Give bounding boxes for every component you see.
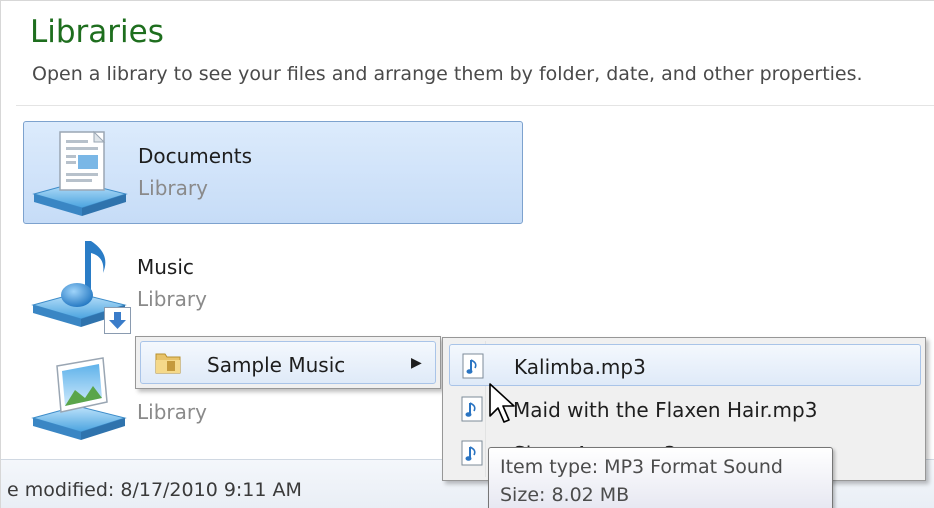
menu-item-sample-music[interactable]: Sample Music ▶: [140, 341, 436, 384]
submenu-arrow-icon: ▶: [411, 355, 422, 371]
page-title: Libraries: [30, 14, 164, 50]
submenu-item-label: Maid with the Flaxen Hair.mp3: [513, 398, 818, 422]
library-item-music[interactable]: Music Library: [23, 233, 523, 336]
audio-file-icon: [461, 440, 483, 466]
library-type: Library: [138, 176, 208, 200]
folder-icon: [155, 353, 181, 374]
library-item-documents[interactable]: Documents Library: [23, 121, 523, 224]
audio-file-icon: [461, 396, 483, 422]
audio-file-icon: [462, 353, 484, 379]
submenu-item-maid-with-the-flaxen-hair[interactable]: Maid with the Flaxen Hair.mp3: [449, 388, 921, 430]
header-divider: [16, 105, 934, 106]
library-name: Music: [137, 255, 194, 279]
library-type: Library: [137, 400, 207, 424]
submenu-item-kalimba[interactable]: Kalimba.mp3: [449, 344, 921, 386]
tooltip-item-type: Item type: MP3 Format Sound: [500, 456, 783, 478]
tooltip-size: Size: 8.02 MB: [500, 484, 630, 506]
date-modified-text: e modified: 8/17/2010 9:11 AM: [7, 479, 302, 501]
mouse-cursor-icon: [489, 383, 515, 423]
menu-item-label: Sample Music: [207, 353, 346, 377]
libraries-window: Libraries Open a library to see your fil…: [0, 0, 934, 508]
library-type: Library: [137, 287, 207, 311]
file-info-tooltip: Item type: MP3 Format Sound Size: 8.02 M…: [488, 447, 833, 508]
documents-library-icon: [32, 130, 128, 216]
submenu-item-label: Kalimba.mp3: [514, 355, 646, 379]
page-subtitle: Open a library to see your files and arr…: [32, 63, 863, 85]
context-menu: Sample Music ▶: [135, 336, 441, 389]
pictures-library-icon: [31, 357, 127, 440]
drop-target-arrow-icon: [104, 307, 131, 334]
library-name: Documents: [138, 144, 253, 168]
